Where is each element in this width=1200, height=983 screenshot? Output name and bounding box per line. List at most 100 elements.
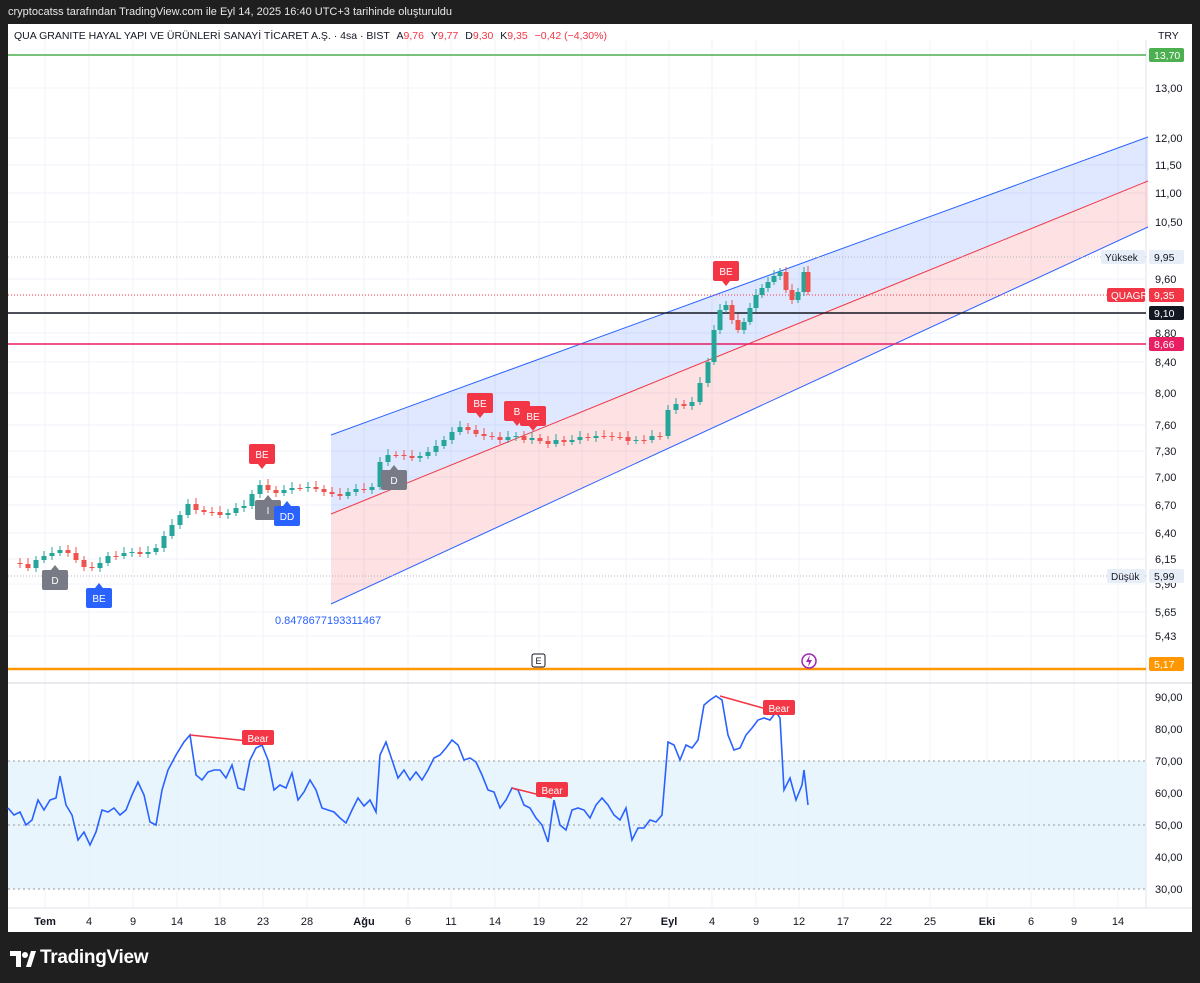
price-tick-label: 7,00 bbox=[1155, 472, 1176, 484]
candle-body bbox=[723, 305, 729, 310]
price-tick-label: 11,00 bbox=[1155, 188, 1182, 200]
candle-body bbox=[217, 512, 223, 515]
candle-body bbox=[129, 552, 135, 553]
price-tick-label: 13,00 bbox=[1155, 83, 1183, 95]
price-tick-label: 7,60 bbox=[1155, 420, 1176, 432]
pattern-label: D bbox=[51, 576, 58, 587]
currency-label[interactable]: TRY bbox=[1158, 30, 1179, 42]
candle-body bbox=[185, 504, 191, 515]
candle-body bbox=[465, 427, 471, 430]
time-tick-label: 22 bbox=[576, 916, 588, 928]
price-tick-label: 8,40 bbox=[1155, 357, 1176, 369]
signal-label-pointer bbox=[722, 281, 730, 286]
time-tick-label: 17 bbox=[837, 916, 849, 928]
price-tick-label: 10,50 bbox=[1155, 217, 1183, 229]
time-tick-label: 14 bbox=[1112, 916, 1124, 928]
candle-body bbox=[161, 536, 167, 548]
candle-body bbox=[329, 492, 335, 494]
candle-body bbox=[577, 437, 583, 440]
candle-body bbox=[771, 276, 777, 282]
time-tick-label: 9 bbox=[753, 916, 759, 928]
time-tick-label: 6 bbox=[405, 916, 411, 928]
candle-body bbox=[641, 440, 647, 441]
candle-body bbox=[249, 494, 255, 506]
symbol-legend: QUA GRANITE HAYAL YAPI VE ÜRÜNLERİ SANAY… bbox=[14, 30, 607, 42]
price-badge-label: 9,35 bbox=[1154, 290, 1175, 302]
pattern-label: D bbox=[390, 476, 397, 487]
time-tick-label: 19 bbox=[533, 916, 545, 928]
time-tick-label: Ağu bbox=[353, 916, 374, 928]
candle-body bbox=[65, 550, 71, 553]
close-value: 9,35 bbox=[507, 30, 528, 42]
candle-body bbox=[609, 436, 615, 437]
candle-body bbox=[89, 567, 95, 568]
candle-body bbox=[569, 440, 575, 442]
candle-body bbox=[433, 446, 439, 452]
candle-body bbox=[513, 436, 519, 437]
rsi-tick-label: 80,00 bbox=[1155, 724, 1183, 736]
candle-body bbox=[765, 282, 771, 288]
candle-body bbox=[505, 437, 511, 440]
time-tick-label: 23 bbox=[257, 916, 269, 928]
candle-body bbox=[649, 436, 655, 440]
candle-body bbox=[105, 556, 111, 563]
signal-label: BE bbox=[526, 412, 540, 423]
high-label: Y bbox=[430, 30, 438, 42]
symbol-name: QUA GRANITE HAYAL YAPI VE ÜRÜNLERİ SANAY… bbox=[14, 30, 390, 42]
price-tick-label: 11,50 bbox=[1155, 160, 1182, 172]
channel-mid-line bbox=[330, 180, 1149, 515]
candle-body bbox=[481, 434, 487, 436]
candle-body bbox=[441, 440, 447, 446]
candle-body bbox=[753, 295, 759, 308]
candle-body bbox=[41, 556, 47, 560]
event-earnings-label: E bbox=[535, 656, 541, 666]
change-value: −0,42 (−4,30%) bbox=[534, 30, 607, 42]
candle-body bbox=[657, 436, 663, 437]
candle-body bbox=[337, 494, 343, 496]
signal-label-pointer bbox=[258, 464, 266, 469]
candle-body bbox=[553, 440, 559, 444]
time-tick-label: 12 bbox=[793, 916, 805, 928]
time-tick-label: 25 bbox=[924, 916, 936, 928]
candle-body bbox=[409, 456, 415, 458]
candle-body bbox=[145, 552, 151, 554]
price-badge-tag-label: Yüksek bbox=[1105, 253, 1139, 264]
candle-body bbox=[305, 487, 311, 488]
time-tick-label: 4 bbox=[86, 916, 92, 928]
candle-body bbox=[795, 292, 801, 300]
candle-body bbox=[673, 404, 679, 410]
candle-body bbox=[529, 438, 535, 440]
time-tick-label: 14 bbox=[489, 916, 501, 928]
price-badge-tag-label: QUAGR bbox=[1111, 291, 1148, 302]
candle-body bbox=[473, 430, 479, 434]
candle-body bbox=[33, 560, 39, 568]
time-tick-label: 9 bbox=[130, 916, 136, 928]
price-tick-label: 6,70 bbox=[1155, 500, 1176, 512]
price-badge-label: 8,66 bbox=[1154, 339, 1175, 351]
bear-label: Bear bbox=[247, 734, 269, 745]
time-tick-label: 14 bbox=[171, 916, 183, 928]
candle-body bbox=[717, 310, 723, 330]
chart-canvas[interactable]: 0.8478677193311467 13,00 12,00 11,50 11,00 10… bbox=[0, 0, 1200, 983]
footer-bar bbox=[0, 932, 1200, 983]
candle-body bbox=[689, 402, 695, 406]
candle-body bbox=[369, 487, 375, 490]
rsi-tick-label: 90,00 bbox=[1155, 692, 1183, 704]
time-tick-label: 4 bbox=[709, 916, 715, 928]
rsi-tick-label: 50,00 bbox=[1155, 820, 1183, 832]
candle-body bbox=[113, 556, 119, 557]
candle-body bbox=[321, 489, 327, 492]
candle-body bbox=[401, 455, 407, 456]
rsi-tick-label: 40,00 bbox=[1155, 852, 1183, 864]
candle-body bbox=[561, 440, 567, 442]
open-value: 9,76 bbox=[403, 30, 424, 42]
candle-body bbox=[17, 563, 23, 564]
candle-body bbox=[225, 513, 231, 515]
pattern-label: I bbox=[267, 506, 270, 517]
price-badge-label: 13,70 bbox=[1154, 50, 1180, 62]
price-tick-label: 6,40 bbox=[1155, 528, 1176, 540]
candle-body bbox=[361, 489, 367, 490]
low-label: D bbox=[465, 30, 473, 42]
rsi-tick-label: 60,00 bbox=[1155, 788, 1183, 800]
bear-label: Bear bbox=[541, 786, 563, 797]
